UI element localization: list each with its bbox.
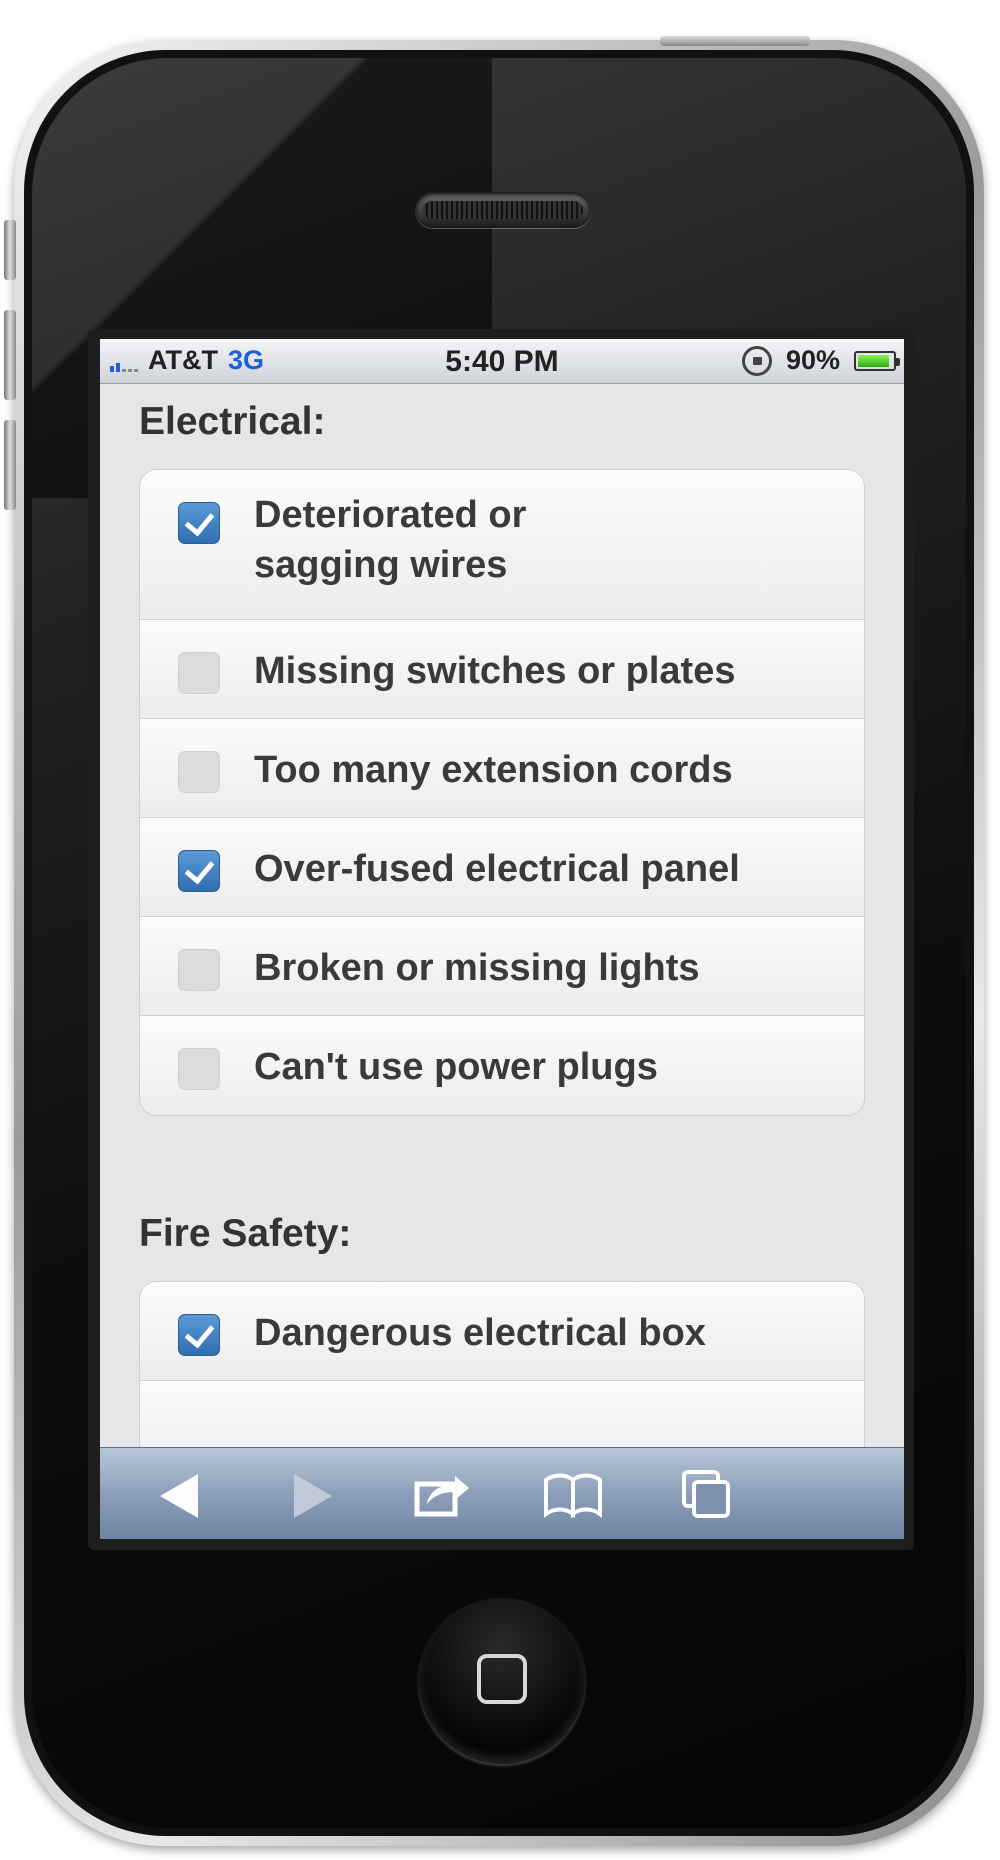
back-arrow-icon[interactable]: [148, 1466, 208, 1522]
checkbox[interactable]: [178, 652, 220, 694]
electrical-checklist: Deteriorated or sagging wires Missing sw…: [139, 469, 865, 1116]
section-title-fire-safety: Fire Safety:: [139, 1212, 352, 1255]
checkbox[interactable]: [178, 751, 220, 793]
home-button[interactable]: [419, 1598, 585, 1764]
checklist-item-label: Over-fused electrical panel: [254, 848, 740, 890]
sleep-button: [660, 36, 810, 46]
status-bar: AT&T 3G 5:40 PM 90%: [100, 339, 904, 384]
home-square-icon: [477, 1654, 527, 1704]
browser-toolbar: [100, 1447, 904, 1539]
checklist-item[interactable]: Broken or missing lights: [140, 917, 864, 1016]
tabs-icon[interactable]: [678, 1466, 738, 1522]
checkbox[interactable]: [178, 502, 220, 544]
checklist-item[interactable]: [140, 1381, 864, 1447]
checklist-item[interactable]: Over-fused electrical panel: [140, 818, 864, 917]
earpiece-speaker: [415, 192, 591, 228]
checklist-item[interactable]: Dangerous electrical box: [140, 1282, 864, 1381]
battery-percent: 90%: [785, 345, 840, 375]
checklist-item-label: Broken or missing lights: [254, 947, 700, 989]
share-icon[interactable]: [413, 1466, 473, 1522]
bookmarks-icon[interactable]: [540, 1466, 602, 1522]
checklist-item-label: Deteriorated or sagging wires: [254, 494, 527, 586]
checklist-item-label: Too many extension cords: [254, 749, 733, 791]
checklist-item[interactable]: Missing switches or plates: [140, 620, 864, 719]
checklist-item[interactable]: Can't use power plugs: [140, 1016, 864, 1115]
checkbox[interactable]: [178, 1314, 220, 1356]
screen: AT&T 3G 5:40 PM 90% Electrical: Deterior…: [100, 339, 904, 1539]
volume-down-button: [4, 420, 16, 510]
checklist-item-label: Missing switches or plates: [254, 650, 736, 692]
battery-icon: [854, 350, 900, 371]
checkbox[interactable]: [178, 1048, 220, 1090]
checklist-item[interactable]: Deteriorated or sagging wires: [140, 470, 864, 620]
rotation-lock-icon: [741, 345, 772, 376]
mute-switch: [4, 220, 16, 280]
forward-arrow-icon[interactable]: [282, 1466, 342, 1522]
checkbox[interactable]: [178, 850, 220, 892]
checklist-item-label: Can't use power plugs: [254, 1046, 658, 1088]
section-title-electrical: Electrical:: [139, 400, 326, 443]
fire-safety-checklist: Dangerous electrical box: [139, 1281, 865, 1447]
volume-up-button: [4, 310, 16, 400]
checklist-item-label: Dangerous electrical box: [254, 1312, 706, 1354]
page-content[interactable]: Electrical: Deteriorated or sagging wire…: [100, 384, 904, 1447]
checkbox[interactable]: [178, 949, 220, 991]
checklist-item[interactable]: Too many extension cords: [140, 719, 864, 818]
